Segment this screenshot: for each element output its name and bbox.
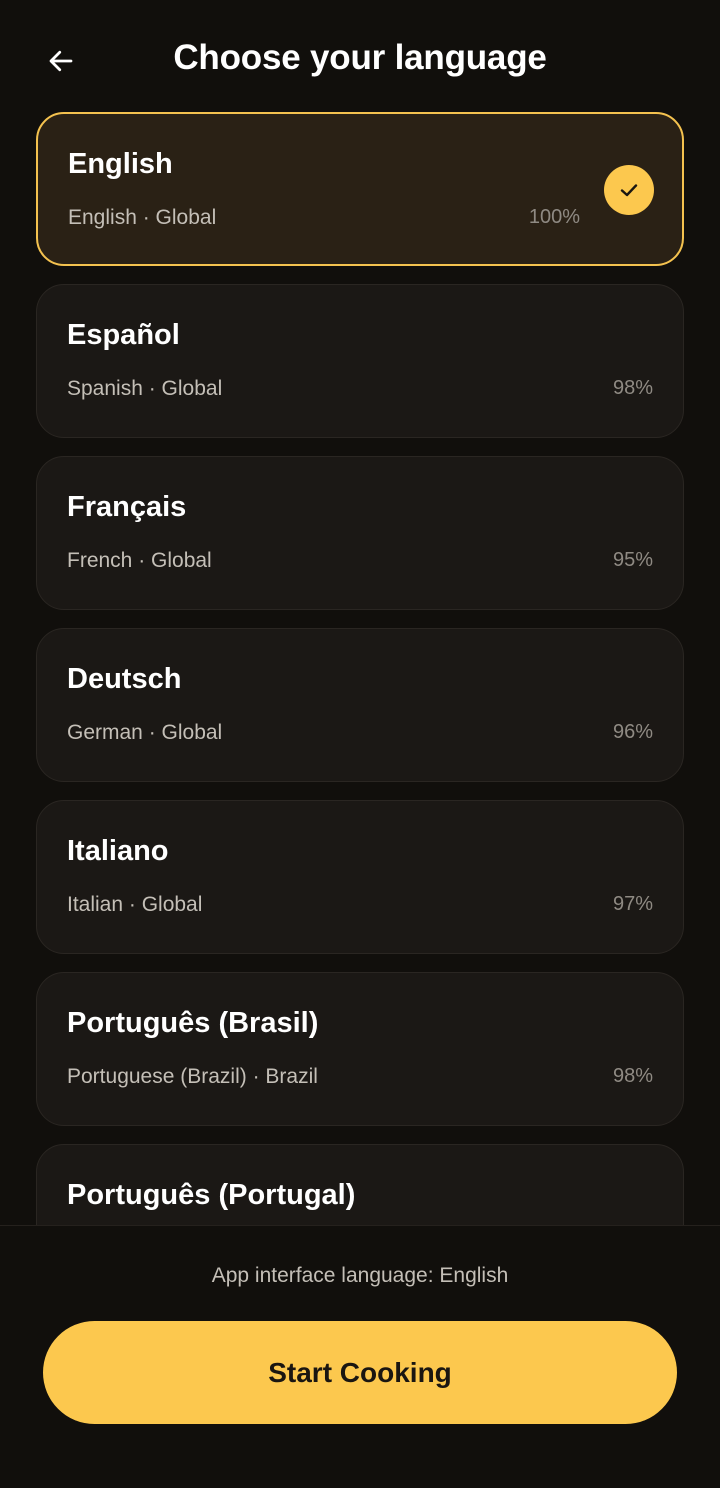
language-name: English <box>68 148 173 180</box>
language-name: Español <box>67 319 180 351</box>
language-subtitle: Spanish · Global <box>67 377 223 400</box>
language-subtitle: English · Global <box>68 206 217 229</box>
language-option-english[interactable]: English English · Global 100% <box>36 112 684 266</box>
footer: App interface language: English Start Co… <box>0 1225 720 1488</box>
language-screen: Choose your language English English · G… <box>0 0 720 1488</box>
language-option-deutsch[interactable]: Deutsch German · Global 96% <box>36 628 684 782</box>
language-subtitle: French · Global <box>67 549 212 572</box>
header: Choose your language <box>0 0 720 112</box>
language-subtitle: Italian · Global <box>67 893 203 916</box>
language-option-portugues-portugal[interactable]: Português (Portugal) <box>36 1144 684 1225</box>
interface-language-note: App interface language: English <box>211 1264 509 1287</box>
page-title: Choose your language <box>173 38 547 77</box>
language-list[interactable]: English English · Global 100% Español Sp… <box>36 112 684 1225</box>
checkmark-icon <box>620 184 638 197</box>
language-percent: 97% <box>612 893 653 915</box>
selected-check-badge <box>604 165 654 215</box>
language-option-italiano[interactable]: Italiano Italian · Global 97% <box>36 800 684 954</box>
language-option-espanol[interactable]: Español Spanish · Global 98% <box>36 284 684 438</box>
language-percent: 95% <box>612 549 653 571</box>
language-percent: 98% <box>612 377 653 399</box>
language-subtitle: Portuguese (Brazil) · Brazil <box>67 1065 318 1088</box>
language-name: Français <box>67 491 187 523</box>
language-name: Português (Portugal) <box>67 1179 356 1211</box>
language-subtitle: German · Global <box>67 721 223 744</box>
language-name: Italiano <box>67 835 169 867</box>
language-name: Deutsch <box>67 663 182 695</box>
language-option-francais[interactable]: Français French · Global 95% <box>36 456 684 610</box>
language-percent: 100% <box>528 206 580 228</box>
language-percent: 98% <box>612 1065 653 1087</box>
start-cooking-button[interactable]: Start Cooking <box>43 1321 677 1424</box>
language-option-portugues-brasil[interactable]: Português (Brasil) Portuguese (Brazil) ·… <box>36 972 684 1126</box>
language-name: Português (Brasil) <box>67 1007 319 1039</box>
language-percent: 96% <box>612 721 653 743</box>
